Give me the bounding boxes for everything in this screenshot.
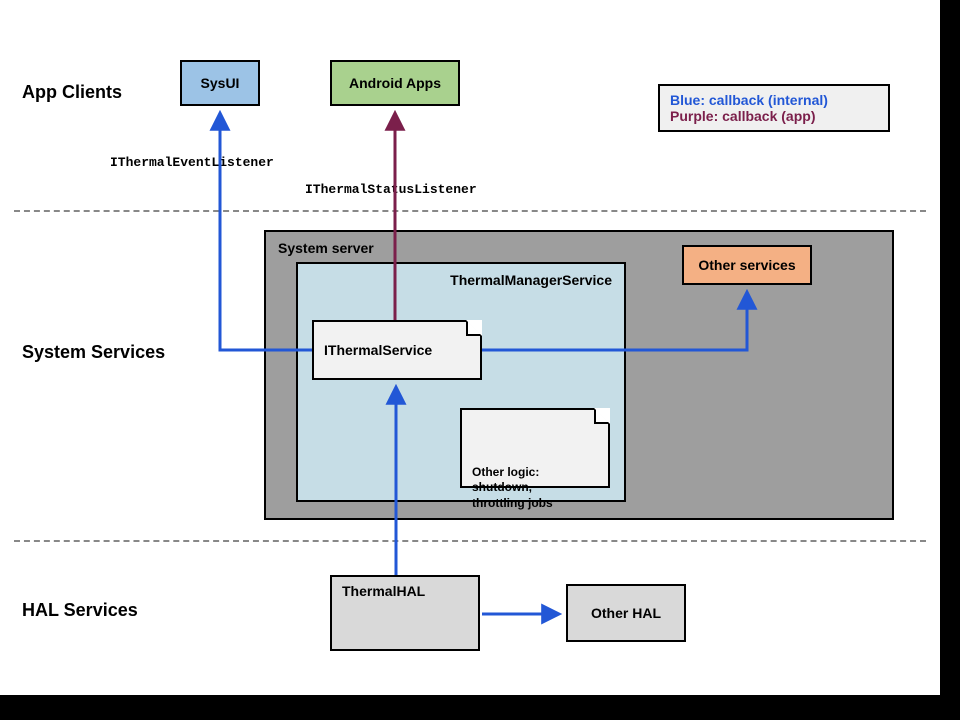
divider-2 <box>14 540 926 542</box>
box-other-hal-label: Other HAL <box>591 605 661 621</box>
box-android-apps: Android Apps <box>330 60 460 106</box>
box-ithermal-service: IThermalService <box>312 320 482 380</box>
box-thermal-hal: ThermalHAL <box>330 575 480 651</box>
legend-purple: Purple: callback (app) <box>670 108 878 124</box>
box-other-services: Other services <box>682 245 812 285</box>
label-ithermal-event-listener-left: IThermalEventListener <box>110 155 274 170</box>
box-sysui: SysUI <box>180 60 260 106</box>
box-system-server-label: System server <box>278 240 374 256</box>
divider-1 <box>14 210 926 212</box>
section-app-clients: App Clients <box>22 82 122 103</box>
box-other-services-label: Other services <box>698 257 795 273</box>
box-sysui-label: SysUI <box>201 75 240 91</box>
box-other-hal: Other HAL <box>566 584 686 642</box>
section-system-services: System Services <box>22 342 165 363</box>
box-ithermal-service-label: IThermalService <box>324 342 432 358</box>
section-hal-services: HAL Services <box>22 600 138 621</box>
canvas: App Clients System Services HAL Services… <box>0 0 960 720</box>
legend-blue: Blue: callback (internal) <box>670 92 878 108</box>
box-tms-label: ThermalManagerService <box>450 272 612 288</box>
box-other-logic-label: Other logic: shutdown, throttling jobs <box>472 465 553 510</box>
diagram-paper: App Clients System Services HAL Services… <box>0 0 940 695</box>
legend-box: Blue: callback (internal) Purple: callba… <box>658 84 890 132</box>
box-android-apps-label: Android Apps <box>349 75 441 91</box>
label-ithermal-status-listener: IThermalStatusListener <box>305 182 477 197</box>
box-thermal-hal-label: ThermalHAL <box>342 583 425 599</box>
box-other-logic: Other logic: shutdown, throttling jobs <box>460 408 610 488</box>
